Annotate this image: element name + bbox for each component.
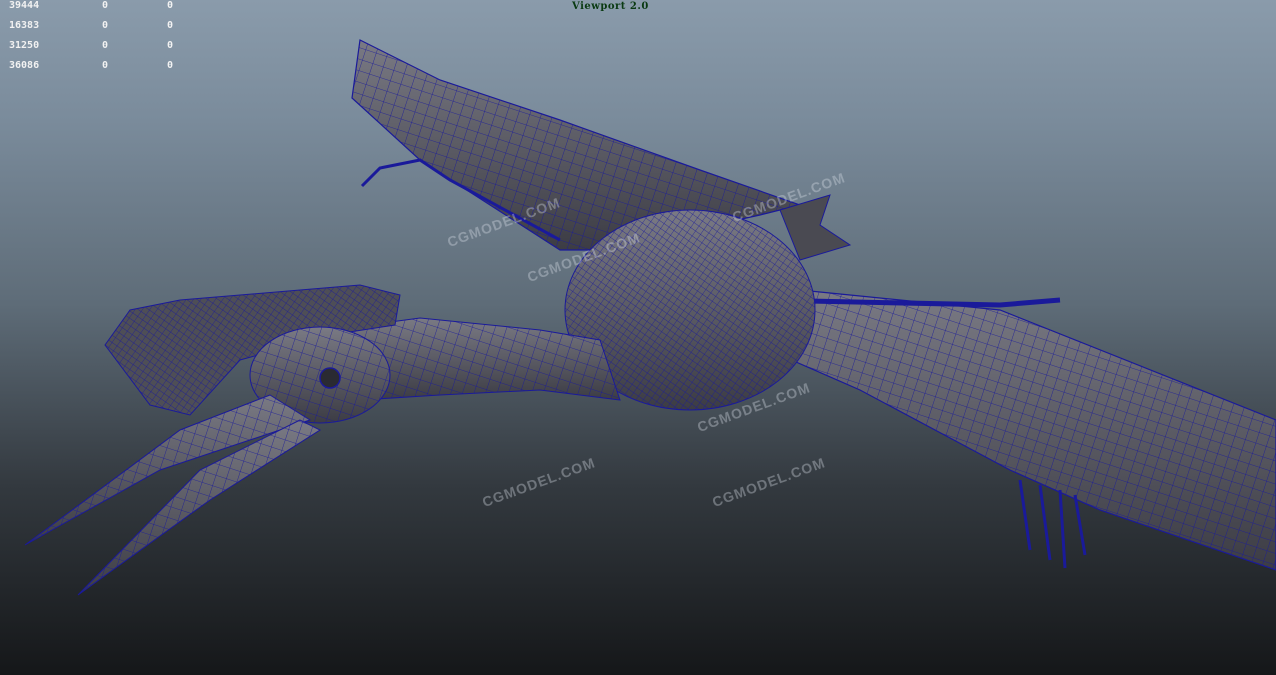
beak xyxy=(24,394,322,596)
pterosaur-wireframe-icon[interactable] xyxy=(0,0,1276,675)
